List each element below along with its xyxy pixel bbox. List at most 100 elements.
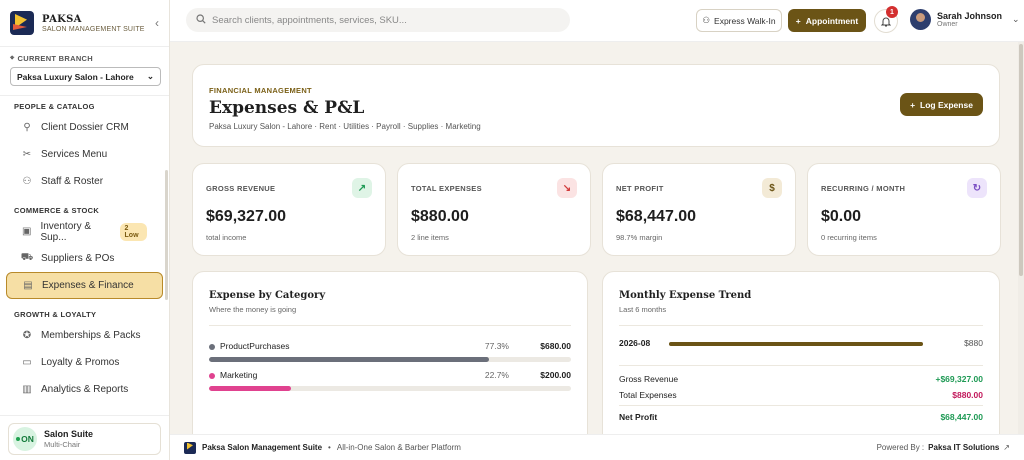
category-percent: 22.7%	[484, 370, 509, 380]
sidebar-item-loyalty-promos[interactable]: ▭ Loyalty & Promos	[6, 349, 163, 376]
stat-card-gross-revenue: GROSS REVENUE ↗ $69,327.00 total income	[192, 163, 386, 256]
collapse-sidebar-icon[interactable]: ‹	[155, 16, 159, 30]
stat-subtext: 2 line items	[411, 233, 449, 242]
branch-select[interactable]: Paksa Luxury Salon - Lahore ⌄	[10, 67, 161, 86]
suite-status-card[interactable]: ON Salon Suite Multi-Chair	[8, 423, 161, 455]
summary-value: $880.00	[952, 390, 983, 400]
express-walk-in-button[interactable]: ⚇ Express Walk-In	[696, 9, 782, 32]
dollar-icon: $	[762, 178, 782, 198]
stat-card-recurring-month: RECURRING / MONTH ↻ $0.00 0 recurring it…	[807, 163, 1001, 256]
notification-count-badge: 1	[886, 6, 898, 18]
sidebar-item-label: Memberships & Packs	[41, 330, 141, 341]
chevron-down-icon: ⌄	[146, 71, 154, 81]
footer-app-name: Paksa Salon Management Suite	[202, 443, 323, 452]
category-row: ProductPurchases 77.3% $680.00	[209, 340, 571, 370]
sidebar-item-suppliers-pos[interactable]: ⛟ Suppliers & POs	[6, 245, 163, 272]
branch-select-value: Paksa Luxury Salon - Lahore	[17, 71, 134, 82]
truck-icon: ⛟	[20, 252, 34, 263]
trend-bar-fill	[669, 342, 923, 346]
search-input[interactable]: Search clients, appointments, services, …	[186, 8, 570, 32]
receipt-icon: ▤	[23, 280, 33, 291]
sidebar: PAKSA SALON MANAGEMENT SUITE ‹ ⌖ CURRENT…	[0, 0, 170, 460]
appointment-button[interactable]: + Appointment	[788, 9, 866, 32]
search-icon	[196, 13, 206, 27]
sidebar-item-label: Services Menu	[41, 149, 108, 160]
stat-value: $68,447.00	[616, 208, 697, 225]
expense-by-category-card: Expense by Category Where the money is g…	[192, 271, 588, 434]
page-eyebrow: FINANCIAL MANAGEMENT	[209, 86, 312, 95]
stat-label: NET PROFIT	[616, 184, 664, 193]
trend-bar-track	[669, 342, 923, 346]
brand: PAKSA SALON MANAGEMENT SUITE ‹	[0, 0, 169, 47]
stat-label: GROSS REVENUE	[206, 184, 276, 193]
page-title: Expenses & P&L	[209, 98, 365, 118]
sidebar-nav: PEOPLE & CATALOG ⚲ Client Dossier CRM ✂ Serv…	[0, 95, 169, 415]
trending-down-icon: ↘	[557, 178, 577, 198]
sidebar-item-staff-roster[interactable]: ⚇ Staff & Roster	[6, 168, 163, 195]
summary-label: Total Expenses	[619, 390, 677, 400]
category-name: Marketing	[220, 370, 258, 380]
log-expense-label: Log Expense	[920, 99, 973, 110]
stat-subtext: total income	[206, 233, 247, 242]
main-scrollbar-thumb[interactable]	[1019, 44, 1023, 276]
category-bar-track	[209, 386, 571, 391]
divider	[619, 405, 983, 406]
search-placeholder: Search clients, appointments, services, …	[212, 14, 407, 26]
app-footer: Paksa Salon Management Suite • All-in-On…	[170, 434, 1024, 460]
trend-month: 2026-08	[619, 338, 651, 348]
main-scrollbar[interactable]	[1018, 42, 1024, 434]
sidebar-item-label: Suppliers & POs	[41, 253, 115, 264]
footer-separator: •	[328, 443, 331, 452]
summary-value: +$69,327.00	[935, 374, 983, 384]
external-link-icon[interactable]: ↗	[1003, 443, 1010, 452]
sidebar-item-inventory-sup[interactable]: ▣ Inventory & Sup... 2 Low	[6, 218, 163, 245]
trend-subtitle: Last 6 months	[619, 305, 667, 314]
brand-name: PAKSA	[42, 13, 82, 25]
sidebar-item-label: Analytics & Reports	[41, 384, 129, 395]
log-expense-button[interactable]: + Log Expense	[900, 93, 983, 116]
sidebar-item-expenses-finance[interactable]: ▤ Expenses & Finance	[6, 272, 163, 299]
category-color-dot	[209, 373, 215, 379]
summary-row: Gross Revenue +$69,327.00	[619, 374, 983, 386]
sidebar-scrollbar[interactable]	[165, 170, 168, 300]
summary-label: Net Profit	[619, 412, 658, 422]
stat-value: $0.00	[821, 208, 862, 225]
summary-row: Total Expenses $880.00	[619, 390, 983, 402]
bar-chart-icon: ▥	[22, 384, 32, 395]
app-root: PAKSA SALON MANAGEMENT SUITE ‹ ⌖ CURRENT…	[0, 0, 1024, 460]
sidebar-item-client-dossier-crm[interactable]: ⚲ Client Dossier CRM	[6, 114, 163, 141]
plus-icon: +	[795, 15, 801, 26]
summary-row: Net Profit $68,447.00	[619, 412, 983, 424]
branch-label: CURRENT BRANCH	[17, 53, 93, 63]
divider	[619, 325, 983, 326]
user-icon: ⚲	[23, 122, 31, 133]
brand-subtitle: SALON MANAGEMENT SUITE	[42, 25, 145, 33]
company-link[interactable]: Paksa IT Solutions	[928, 443, 999, 452]
stat-value: $880.00	[411, 208, 469, 225]
user-name: Sarah Johnson	[937, 11, 1003, 21]
sidebar-item-services-menu[interactable]: ✂ Services Menu	[6, 141, 163, 168]
sidebar-item-memberships-packs[interactable]: ✪ Memberships & Packs	[6, 322, 163, 349]
suite-title: Salon Suite	[44, 429, 94, 439]
appointment-label: Appointment	[805, 15, 859, 26]
stat-subtext: 98.7% margin	[616, 233, 663, 242]
user-menu[interactable]: Sarah Johnson Owner ⌄	[910, 9, 1020, 30]
staff-icon: ⚇	[22, 176, 32, 187]
paksa-logo-icon	[10, 11, 34, 35]
sidebar-item-label: Loyalty & Promos	[41, 357, 120, 368]
divider	[619, 365, 983, 366]
sidebar-item-label: Client Dossier CRM	[41, 122, 129, 133]
footer-logo-icon	[184, 441, 196, 454]
summary-label: Gross Revenue	[619, 374, 679, 384]
main-content: FINANCIAL MANAGEMENT Expenses & P&L Paks…	[170, 42, 1024, 434]
top-bar: Search clients, appointments, services, …	[170, 0, 1024, 42]
user-plus-icon: ⚇	[702, 15, 711, 25]
sidebar-item-analytics-reports[interactable]: ▥ Analytics & Reports	[6, 376, 163, 403]
category-color-dot	[209, 344, 215, 350]
chevron-down-icon: ⌄	[1012, 14, 1020, 24]
stat-subtext: 0 recurring items	[821, 233, 877, 242]
sidebar-item-label: Expenses & Finance	[42, 280, 134, 291]
category-bar-fill	[209, 357, 489, 362]
stat-card-total-expenses: TOTAL EXPENSES ↘ $880.00 2 line items	[397, 163, 591, 256]
box-icon: ▣	[22, 226, 32, 237]
